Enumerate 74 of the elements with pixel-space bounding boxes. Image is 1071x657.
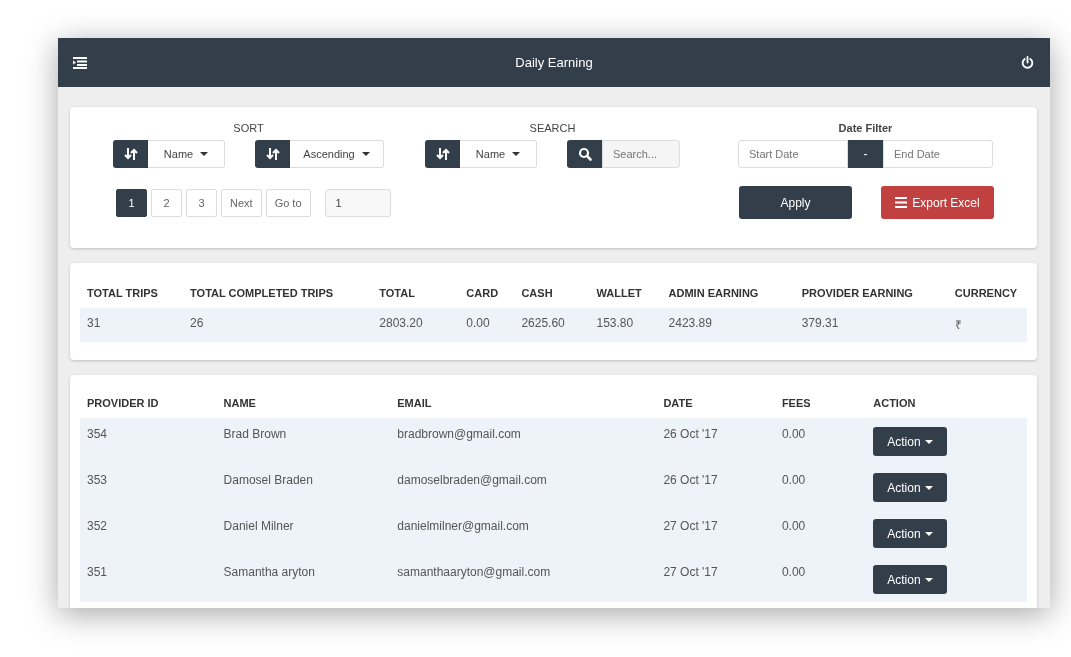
table-cell: 26 Oct '17 xyxy=(663,473,718,487)
sort-icon xyxy=(113,140,148,168)
column-header: CURRENCY xyxy=(954,287,1018,299)
page-number-field[interactable]: 1 xyxy=(324,188,391,217)
sort-icon xyxy=(425,140,460,168)
column-header: CASH xyxy=(521,287,553,299)
table-cell: damoselbraden@gmail.com xyxy=(397,473,547,487)
column-header: TOTAL xyxy=(379,287,415,299)
sort-order-dropdown[interactable]: Ascending xyxy=(290,140,384,168)
table-cell: 352 xyxy=(87,519,108,533)
sort-label: SORT xyxy=(233,122,264,134)
date-separator: - xyxy=(848,140,883,168)
sort-field-dropdown[interactable]: Name xyxy=(148,140,225,168)
table-cell: 26 xyxy=(190,316,204,330)
table-cell: 27 Oct '17 xyxy=(663,565,718,579)
power-icon[interactable] xyxy=(1021,56,1034,69)
action-dropdown-button[interactable]: Action xyxy=(873,473,947,502)
table-cell: 2423.89 xyxy=(668,316,712,330)
goto-button[interactable]: Go to xyxy=(265,188,311,217)
search-icon[interactable] xyxy=(567,140,602,168)
table-cell: 351 xyxy=(87,565,108,579)
page-button[interactable]: 1 xyxy=(116,188,147,217)
column-header: EMAIL xyxy=(397,397,432,409)
table-cell: 354 xyxy=(87,427,108,441)
export-excel-button[interactable]: Export Excel xyxy=(881,186,994,219)
table-cell: 0.00 xyxy=(466,316,490,330)
table-cell: 26 Oct '17 xyxy=(663,427,718,441)
table-cell: 2625.60 xyxy=(521,316,565,330)
table-cell: Samantha aryton xyxy=(223,565,315,579)
action-dropdown-button[interactable]: Action xyxy=(873,427,947,456)
table-cell: 27 Oct '17 xyxy=(663,519,718,533)
column-header: FEES xyxy=(781,397,811,409)
table-cell: 0.00 xyxy=(781,565,806,579)
page-button[interactable]: 2 xyxy=(151,188,182,217)
start-date-field[interactable]: Start Date xyxy=(738,140,848,168)
search-field-dropdown[interactable]: Name xyxy=(460,140,537,168)
next-button[interactable]: Next xyxy=(221,188,262,217)
table-cell: Daniel Milner xyxy=(223,519,294,533)
search-label: SEARCH xyxy=(529,122,576,134)
page-button[interactable]: 3 xyxy=(186,188,217,217)
table-cell: Brad Brown xyxy=(223,427,287,441)
column-header: ACTION xyxy=(873,397,916,409)
column-header: NAME xyxy=(223,397,256,409)
table-cell: ₹ xyxy=(954,318,962,332)
table-cell: Damosel Braden xyxy=(223,473,313,487)
page-title: Daily Earning xyxy=(515,55,593,70)
column-header: ADMIN EARNING xyxy=(668,287,759,299)
column-header: CARD xyxy=(466,287,499,299)
menu-icon[interactable] xyxy=(73,56,87,69)
column-header: PROVIDER EARNING xyxy=(801,287,913,299)
column-header: WALLET xyxy=(596,287,642,299)
apply-button[interactable]: Apply xyxy=(739,186,852,219)
table-cell: danielmilner@gmail.com xyxy=(397,519,529,533)
sort-icon xyxy=(255,140,290,168)
column-header: TOTAL COMPLETED TRIPS xyxy=(190,287,334,299)
column-header: TOTAL TRIPS xyxy=(87,287,158,299)
column-header: DATE xyxy=(663,397,693,409)
list-icon xyxy=(895,197,908,208)
table-cell: 0.00 xyxy=(781,427,806,441)
table-cell: samanthaaryton@gmail.com xyxy=(397,565,551,579)
table-cell: 353 xyxy=(87,473,108,487)
table-cell: bradbrown@gmail.com xyxy=(397,427,521,441)
table-cell: 0.00 xyxy=(781,519,806,533)
action-dropdown-button[interactable]: Action xyxy=(873,565,947,594)
table-cell: 379.31 xyxy=(801,316,839,330)
table-cell: 153.80 xyxy=(596,316,634,330)
date-filter-label: Date Filter xyxy=(838,122,893,134)
table-cell: 0.00 xyxy=(781,473,806,487)
search-field[interactable]: Search... xyxy=(602,140,680,168)
column-header: PROVIDER ID xyxy=(87,397,159,409)
table-cell: 31 xyxy=(87,316,101,330)
action-dropdown-button[interactable]: Action xyxy=(873,519,947,548)
end-date-field[interactable]: End Date xyxy=(883,140,993,168)
table-cell: 2803.20 xyxy=(379,316,423,330)
